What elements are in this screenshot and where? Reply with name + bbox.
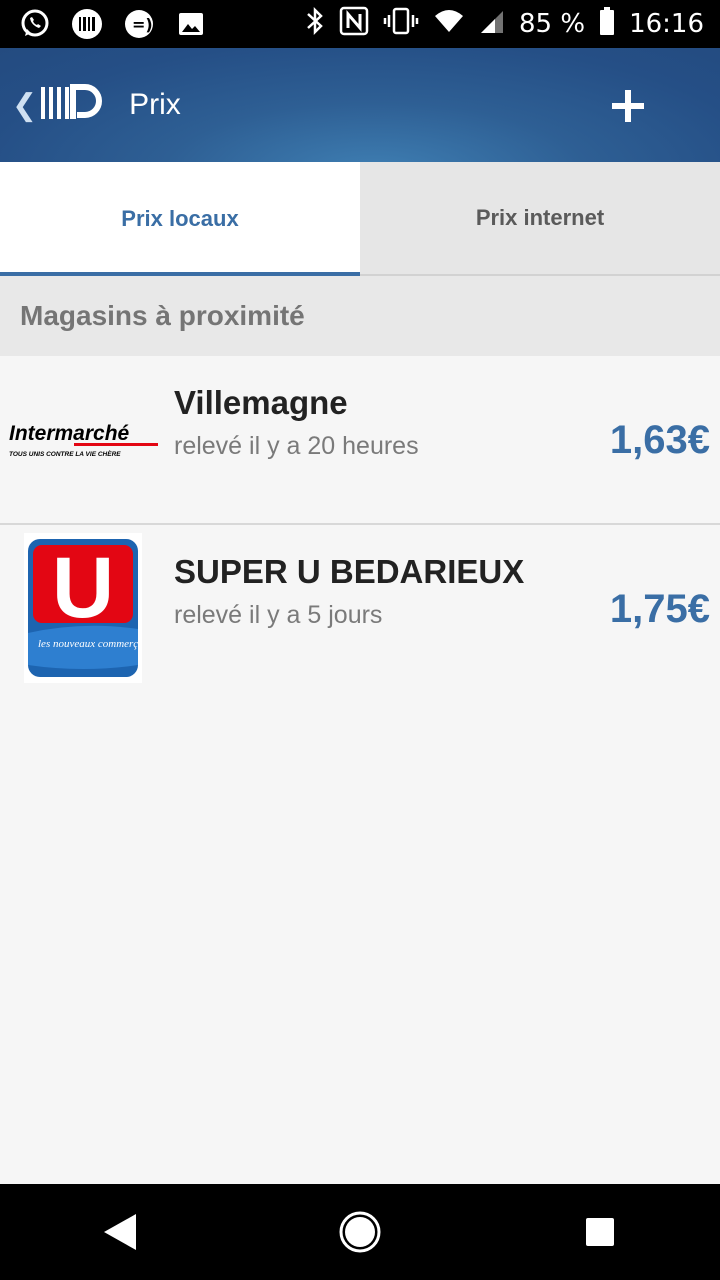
back-chevron-icon: ❮ xyxy=(12,87,38,123)
nfc-icon xyxy=(339,6,369,43)
add-button[interactable] xyxy=(606,84,650,128)
whatsapp-icon xyxy=(18,7,52,41)
store-list: Intermarché TOUS UNIS CONTRE LA VIE CHÈR… xyxy=(0,356,720,690)
clock: 16:16 xyxy=(629,9,704,39)
barcode-icon xyxy=(70,7,104,41)
vibrate-icon xyxy=(383,6,419,43)
svg-text:U: U xyxy=(52,540,114,636)
nav-bar xyxy=(0,1184,720,1280)
store-subtitle: relevé il y a 20 heures xyxy=(174,432,419,460)
page-title: Prix xyxy=(129,88,181,121)
status-bar: =) 85 % 16:16 xyxy=(0,0,720,48)
svg-text:TOUS UNIS CONTRE LA VIE CHÈRE: TOUS UNIS CONTRE LA VIE CHÈRE xyxy=(9,449,121,458)
tab-bar: Prix locaux Prix internet xyxy=(0,162,720,276)
back-triangle-icon xyxy=(104,1214,136,1250)
section-header: Magasins à proximité xyxy=(0,276,720,356)
svg-text:=): =) xyxy=(132,15,153,34)
back-button[interactable]: ❮ xyxy=(12,83,103,128)
store-name: SUPER U BEDARIEUX xyxy=(174,553,525,590)
svg-text:les nouveaux commerçants: les nouveaux commerçants xyxy=(38,638,142,650)
store-name: Villemagne xyxy=(174,384,348,421)
tab-prix-locaux[interactable]: Prix locaux xyxy=(0,162,360,276)
store-price: 1,63€ xyxy=(609,418,710,462)
image-icon xyxy=(174,7,208,41)
nav-home-button[interactable] xyxy=(330,1202,390,1262)
store-subtitle: relevé il y a 5 jours xyxy=(174,601,383,629)
chat-bubble-icon: =) xyxy=(122,7,156,41)
home-circle-icon xyxy=(339,1211,381,1253)
battery-percent: 85 % xyxy=(519,9,586,39)
store-price: 1,75€ xyxy=(609,587,710,631)
intermarche-logo: Intermarché TOUS UNIS CONTRE LA VIE CHÈR… xyxy=(8,418,158,462)
store-row-super-u-bedarieux[interactable]: U les nouveaux commerçants SUPER U BEDAR… xyxy=(0,523,720,690)
plus-icon xyxy=(612,90,644,122)
nav-recents-button[interactable] xyxy=(570,1202,630,1262)
signal-icon xyxy=(479,7,505,42)
bluetooth-icon xyxy=(305,6,325,43)
recents-square-icon xyxy=(586,1218,614,1246)
battery-icon xyxy=(599,6,615,43)
tab-prix-internet[interactable]: Prix internet xyxy=(360,162,720,276)
svg-text:Intermarché: Intermarché xyxy=(9,422,130,445)
app-logo-icon xyxy=(39,83,103,128)
app-bar: ❮ Prix xyxy=(0,48,720,162)
store-row-villemagne[interactable]: Intermarché TOUS UNIS CONTRE LA VIE CHÈR… xyxy=(0,356,720,523)
wifi-icon xyxy=(433,8,465,41)
nav-back-button[interactable] xyxy=(90,1202,150,1262)
super-u-logo: U les nouveaux commerçants xyxy=(24,533,157,683)
